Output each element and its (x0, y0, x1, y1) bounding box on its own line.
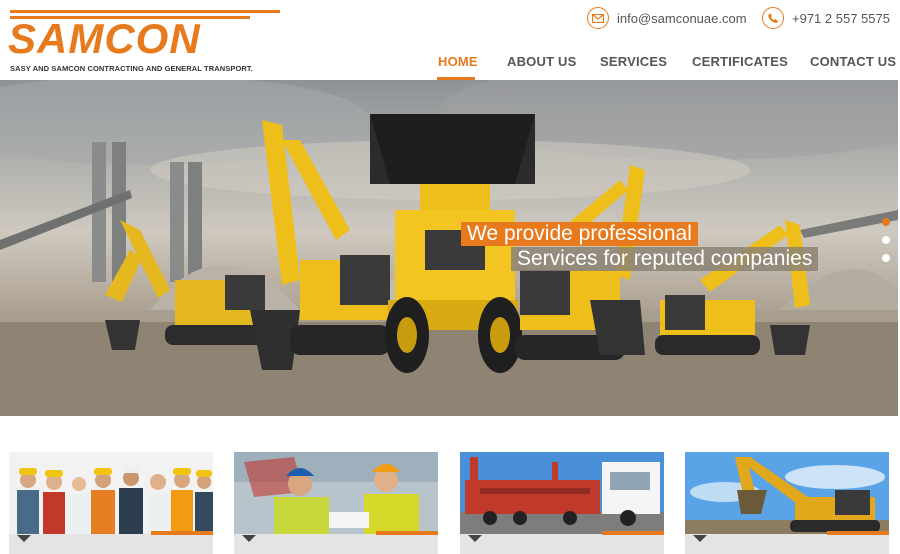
card-pointer (693, 535, 707, 542)
site-logo[interactable]: SAMCON SASY AND SAMCON CONTRACTING AND G… (8, 8, 283, 73)
phone-text[interactable]: +971 2 557 5575 (792, 11, 890, 26)
site-engineers-photo (234, 452, 438, 534)
service-card-excavation[interactable] (685, 452, 889, 554)
service-card-workers[interactable] (9, 452, 213, 554)
logo-stripe (10, 10, 280, 13)
hero-slider[interactable]: We provide professional Services for rep… (0, 80, 898, 416)
service-card-transport[interactable] (460, 452, 664, 554)
nav-home[interactable]: HOME (438, 54, 478, 69)
card-accent-bar (602, 531, 664, 535)
excavator-photo (685, 452, 889, 534)
nav-services[interactable]: SERVICES (600, 54, 667, 69)
service-cards (0, 416, 900, 554)
card-accent-bar (827, 531, 889, 535)
phone-icon (762, 7, 784, 29)
phone-contact[interactable]: +971 2 557 5575 (762, 6, 890, 30)
nav-contact-us[interactable]: CONTACT US (810, 54, 896, 69)
nav-about-us[interactable]: ABOUT US (507, 54, 577, 69)
email-text[interactable]: info@samconuae.com (617, 11, 747, 26)
envelope-icon (587, 7, 609, 29)
logo-tagline: SASY AND SAMCON CONTRACTING AND GENERAL … (10, 64, 253, 73)
slider-dot-2[interactable] (882, 236, 890, 244)
hero-caption-line-2: Services for reputed companies (511, 247, 819, 271)
email-contact[interactable]: info@samconuae.com (587, 6, 747, 30)
service-card-engineers[interactable] (234, 452, 438, 554)
nav-certificates[interactable]: CERTIFICATES (692, 54, 788, 69)
workers-team-photo (9, 452, 213, 534)
hero-caption-line-1: We provide professional (461, 222, 698, 246)
card-accent-bar (376, 531, 438, 535)
site-header: SAMCON SASY AND SAMCON CONTRACTING AND G… (0, 0, 900, 80)
card-pointer (17, 535, 31, 542)
slider-dot-3[interactable] (882, 254, 890, 262)
card-pointer (468, 535, 482, 542)
slider-dot-1[interactable] (882, 218, 890, 226)
heavy-trucks-photo (460, 452, 664, 534)
card-pointer (242, 535, 256, 542)
logo-wordmark: SAMCON (8, 15, 201, 62)
card-accent-bar (151, 531, 213, 535)
